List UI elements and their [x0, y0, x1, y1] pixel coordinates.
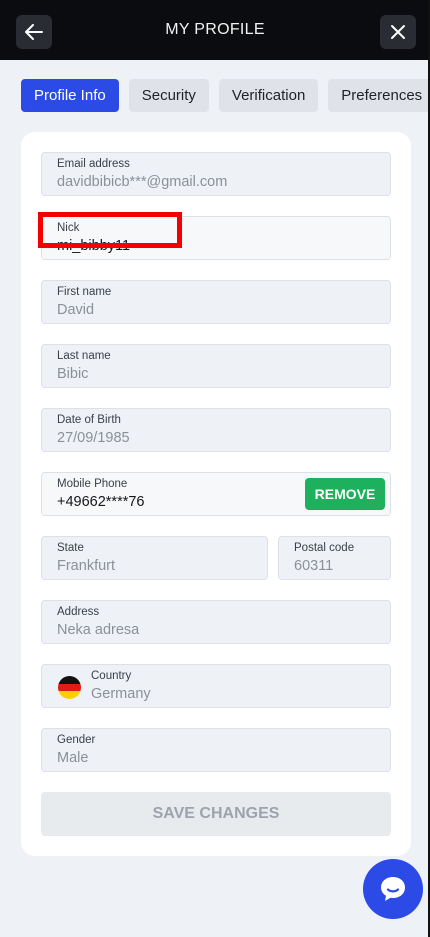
country-field[interactable]: Country Germany: [41, 664, 391, 708]
postal-code-label: Postal code: [294, 542, 355, 554]
chat-bubble-icon: [381, 877, 405, 901]
dob-field[interactable]: Date of Birth 27/09/1985: [41, 408, 391, 452]
close-button[interactable]: [380, 15, 416, 49]
last-name-value: Bibic: [57, 366, 89, 382]
first-name-field[interactable]: First name David: [41, 280, 391, 324]
tab-verification[interactable]: Verification: [218, 79, 319, 112]
dob-value: 27/09/1985: [57, 430, 130, 446]
first-name-label: First name: [57, 286, 112, 298]
chat-button[interactable]: [363, 859, 423, 919]
dob-label: Date of Birth: [57, 414, 121, 426]
nick-value: mi_bibby11: [57, 238, 131, 254]
tab-profile-info[interactable]: Profile Info: [21, 79, 119, 112]
state-value: Frankfurt: [57, 558, 116, 574]
state-field[interactable]: State Frankfurt: [41, 536, 268, 580]
mobile-phone-field[interactable]: Mobile Phone +49662****76 REMOVE: [41, 472, 391, 516]
address-field[interactable]: Address Neka adresa: [41, 600, 391, 644]
email-label: Email address: [57, 158, 130, 170]
email-field[interactable]: Email address davidbibicb***@gmail.com: [41, 152, 391, 196]
gender-label: Gender: [57, 734, 96, 746]
country-label: Country: [91, 670, 132, 682]
arrow-left-icon: [25, 24, 43, 40]
mobile-phone-value: +49662****76: [57, 494, 145, 510]
germany-flag-icon: [58, 676, 81, 699]
tab-security[interactable]: Security: [128, 79, 209, 112]
remove-phone-button[interactable]: REMOVE: [305, 478, 385, 510]
country-value: Germany: [91, 686, 151, 702]
first-name-value: David: [57, 302, 95, 318]
profile-form-card: Email address davidbibicb***@gmail.com N…: [21, 132, 411, 856]
mobile-phone-label: Mobile Phone: [57, 478, 128, 490]
gender-field[interactable]: Gender Male: [41, 728, 391, 772]
address-value: Neka adresa: [57, 622, 140, 638]
gender-value: Male: [57, 750, 89, 766]
email-value: davidbibicb***@gmail.com: [57, 174, 228, 190]
page-title: MY PROFILE: [165, 21, 265, 38]
back-button[interactable]: [16, 15, 52, 49]
app-header: MY PROFILE: [0, 0, 430, 60]
nick-field[interactable]: Nick mi_bibby11: [41, 216, 391, 260]
postal-code-field[interactable]: Postal code 60311: [278, 536, 391, 580]
last-name-label: Last name: [57, 350, 111, 362]
state-label: State: [57, 542, 84, 554]
last-name-field[interactable]: Last name Bibic: [41, 344, 391, 388]
nick-label: Nick: [57, 222, 80, 234]
postal-code-value: 60311: [294, 558, 334, 574]
save-changes-button[interactable]: SAVE CHANGES: [41, 792, 391, 836]
address-label: Address: [57, 606, 100, 618]
close-icon: [391, 25, 405, 39]
profile-tabs: Profile Info Security Verification Prefe…: [21, 79, 430, 112]
tab-preferences[interactable]: Preferences: [328, 79, 430, 112]
